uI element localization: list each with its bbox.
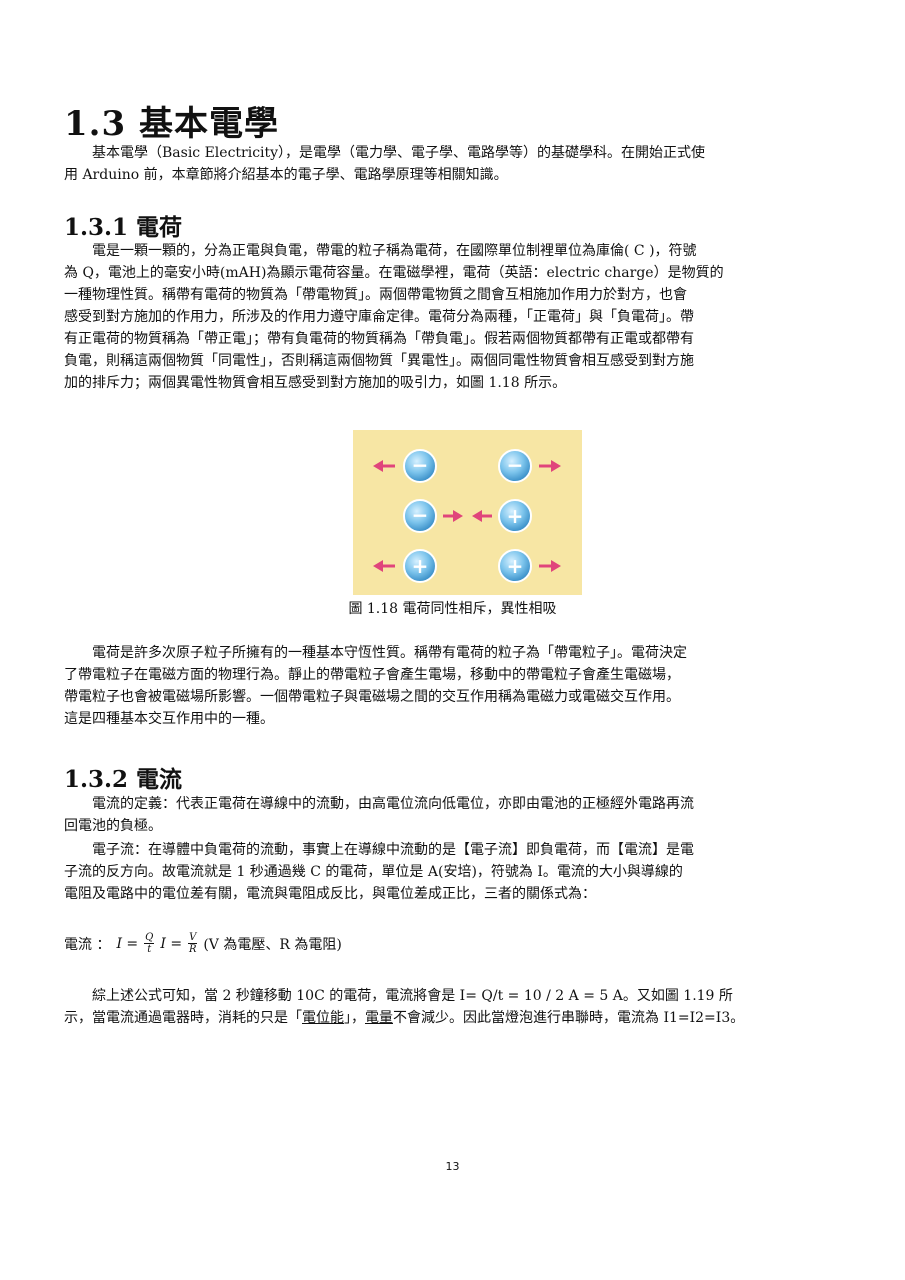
charge-paragraph-2: 電荷是許多次原子粒子所擁有的一種基本守恆性質。稱帶有電荷的粒子為「帶電粒子」。電… [64,642,846,730]
negative-charge-icon: − [403,449,437,483]
formula-lhs: I = [160,935,183,952]
negative-charge-icon: − [498,449,532,483]
charge-symbol: − [412,453,429,477]
text-line: 子流的反方向。故電流就是 1 秒通過幾 C 的電荷，單位是 A(安培)，符號為 … [64,864,683,880]
charge-symbol: + [507,554,524,578]
current-paragraph-3: 綜上述公式可知，當 2 秒鐘移動 10C 的電荷，電流將會是 I= Q/t = … [64,985,846,1029]
arrow-right-icon [443,510,463,522]
fraction-numerator: Q [144,932,155,944]
intro-paragraph: 基本電學（Basic Electricity），是電學（電力學、電子學、電路學等… [64,142,846,186]
charge-diagram: − − − + + + [373,449,561,583]
text-line: 一種物理性質。稱帶有電荷的物質為「帶電物質」。兩個帶電物質之間會互相施加作用力於… [64,287,687,303]
charge-symbol: − [507,453,524,477]
text-line: 基本電學（Basic Electricity），是電學（電力學、電子學、電路學等… [92,145,706,161]
text-line: 電阻及電路中的電位差有關，電流與電阻成反比，與電位差成正比，三者的關係式為： [64,886,596,902]
arrow-left-icon [373,560,395,572]
arrow-left-icon [373,460,395,472]
text-line: 綜上述公式可知，當 2 秒鐘移動 10C 的電荷，電流將會是 I= Q/t = … [92,988,733,1004]
text-line: 用 Arduino 前，本章節將介紹基本的電子學、電路學原理等相關知識。 [64,167,508,183]
positive-charge-icon: + [403,549,437,583]
charge-interaction-figure: − − − + + + [353,430,582,595]
underlined-term: 電位能 [302,1010,344,1026]
text-line: 為 Q，電池上的毫安小時(mAH)為顯示電荷容量。在電磁學裡，電荷（英語：ele… [64,265,724,281]
page-number: 13 [445,1160,460,1173]
figure-caption: 圖 1.18 電荷同性相斥，異性相吸 [348,601,557,617]
negative-charge-icon: − [403,499,437,533]
subsection-title-current: 1.3.2 電流 [64,766,183,793]
arrow-right-icon [539,460,561,472]
text-line: 有正電荷的物質稱為「帶正電」；帶有負電荷的物質稱為「帶負電」。假若兩個物質都帶有… [64,331,694,347]
formula-label: 電流 ： [64,936,111,953]
text-line: 了帶電粒子在電磁方面的物理行為。靜止的帶電粒子會產生電場，移動中的帶電粒子會產生… [64,667,680,683]
fraction-numerator: V [188,932,198,944]
arrow-right-icon [539,560,561,572]
text-line: 帶電粒子也會被電磁場所影響。一個帶電粒子與電磁場之間的交互作用稱為電磁力或電磁交… [64,689,680,705]
text-line: 示，當電流通過電器時，消耗的只是「電位能」，電量不會減少。因此當燈泡進行串聯時，… [64,1010,745,1026]
document-page: 1.3 基本電學 基本電學（Basic Electricity），是電學（電力學… [0,0,905,1280]
text-line: 加的排斥力；兩個異電性物質會相互感受到對方施加的吸引力，如圖 1.18 所示。 [64,375,567,391]
section-title: 1.3 基本電學 [64,104,279,144]
fraction-denominator: t [147,944,152,955]
formula-note: (V 為電壓、R 為電阻) [203,936,342,953]
current-formula: 電流 ： I = Q t I = V R (V 為電壓、R 為電阻) [64,932,342,955]
text-line: 電是一顆一顆的，分為正電與負電，帶電的粒子稱為電荷，在國際單位制裡單位為庫倫( … [92,243,697,259]
current-paragraph-1: 電流的定義：代表正電荷在導線中的流動，由高電位流向低電位，亦即由電池的正極經外電… [64,793,846,837]
positive-charge-icon: + [498,499,532,533]
text-line: 負電，則稱這兩個物質「同電性」，否則稱這兩個物質「異電性」。兩個同電性物質會相互… [64,353,694,369]
fraction-v-over-r: V R [188,932,198,955]
text-line: 電子流：在導體中負電荷的流動，事實上在導線中流動的是【電子流】即負電荷，而【電流… [92,842,694,858]
charge-symbol: + [507,504,524,528]
formula-lhs: I = [116,935,139,952]
arrow-left-icon [472,510,492,522]
text-line: 電荷是許多次原子粒子所擁有的一種基本守恆性質。稱帶有電荷的粒子為「帶電粒子」。電… [92,645,687,661]
charge-symbol: + [412,554,429,578]
text-line: 感受到對方施加的作用力，所涉及的作用力遵守庫侖定律。電荷分為兩種，「正電荷」與「… [64,309,694,325]
fraction-q-over-t: Q t [144,932,155,955]
text-line: 回電池的負極。 [64,818,162,834]
charge-paragraph-1: 電是一顆一顆的，分為正電與負電，帶電的粒子稱為電荷，在國際單位制裡單位為庫倫( … [64,240,846,394]
subsection-title-charge: 1.3.1 電荷 [64,214,183,241]
text-line: 電流的定義：代表正電荷在導線中的流動，由高電位流向低電位，亦即由電池的正極經外電… [92,796,694,812]
charge-symbol: − [412,503,429,527]
current-paragraph-2: 電子流：在導體中負電荷的流動，事實上在導線中流動的是【電子流】即負電荷，而【電流… [64,839,846,905]
positive-charge-icon: + [498,549,532,583]
underlined-term: 電量 [365,1010,393,1026]
text-line: 這是四種基本交互作用中的一種。 [64,711,274,727]
fraction-denominator: R [188,944,197,955]
